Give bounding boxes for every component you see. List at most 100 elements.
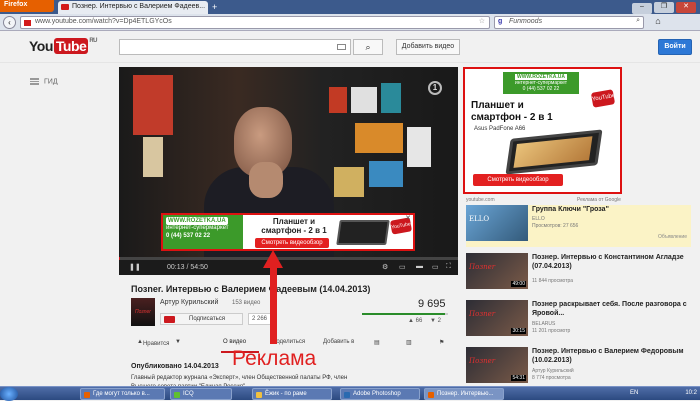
video-thumbnail[interactable]: ELLO — [466, 205, 528, 241]
maximize-button[interactable]: ❐ — [654, 2, 674, 13]
gear-icon[interactable]: ⚙ — [382, 263, 388, 271]
flag-icon[interactable]: ⚑ — [439, 339, 444, 346]
start-button[interactable] — [0, 387, 18, 401]
related-title[interactable]: Познер. Интервью с Константином Агладзе … — [532, 253, 692, 271]
side-ad-watch-button[interactable]: Смотреть видеообзор — [473, 174, 563, 186]
overlay-ad-watch-button[interactable]: Смотреть видеообзор — [255, 238, 329, 248]
youtube-search-input[interactable] — [119, 39, 351, 55]
minimize-button[interactable]: – — [632, 3, 652, 14]
site-identity-icon — [24, 20, 31, 26]
new-tab-button[interactable]: + — [212, 2, 217, 12]
taskbar-item[interactable]: Где могут только в... — [80, 388, 165, 400]
related-video-ad[interactable]: ELLO Группа Ключи "Гроза" ELLO Просмотро… — [466, 205, 691, 247]
browser-search-value: Funmoods — [509, 18, 543, 25]
browser-nav-bar: ‹ www.youtube.com/watch?v=Dp4ETLGYcOs ☆ … — [0, 14, 700, 31]
related-views: Просмотров: 27 656 — [532, 223, 579, 229]
youtube-icon — [164, 316, 175, 323]
search-engine-icon: g — [498, 18, 503, 25]
large-player-icon[interactable]: ▭ — [432, 263, 439, 271]
related-title[interactable]: Познер. Интервью с Валерием Федоровым (1… — [532, 347, 692, 365]
published-date: Опубликовано 14.04.2013 — [131, 363, 219, 370]
browser-search-bar[interactable]: g Funmoods ⌕ — [494, 16, 644, 29]
related-video[interactable]: Позner 30:15 Познер раскрывает себя. Посл… — [466, 300, 691, 346]
like-button[interactable]: ▲ Нравится — [137, 339, 169, 347]
backdrop-panel — [334, 167, 364, 197]
search-icon[interactable]: ⌕ — [636, 17, 640, 25]
pause-icon[interactable]: ❚❚ — [129, 263, 141, 271]
dislike-button[interactable]: ▼ — [175, 339, 181, 345]
backdrop-panel — [407, 127, 431, 167]
keyboard-icon[interactable] — [337, 44, 346, 50]
channel-one-logo: 1 — [428, 81, 442, 95]
channel-video-count: 153 видео — [232, 300, 261, 306]
related-title[interactable]: Группа Ключи "Гроза" — [532, 205, 692, 214]
side-ad-source[interactable]: youtube.com — [466, 197, 495, 203]
video-thumbnail[interactable]: Позner 30:15 — [466, 300, 528, 336]
channel-avatar[interactable]: Позner — [131, 298, 155, 326]
channel-name[interactable]: Артур Курильский — [160, 299, 218, 306]
view-count: 9 695 — [418, 298, 446, 310]
taskbar-item-active[interactable]: Познер. Интервью... — [424, 388, 504, 400]
close-window-button[interactable]: ✕ — [676, 2, 696, 13]
overlay-ad-banner[interactable]: WWW.ROZETKA.UA интернет-супермаркет 0 (4… — [161, 213, 415, 251]
menu-icon — [30, 78, 39, 85]
video-title: Позner. Интервью с Валерием Фадеевым (14… — [131, 284, 371, 294]
video-frame[interactable]: 1 WWW.ROZETKA.UA интернет-супермаркет 0 … — [119, 67, 458, 257]
side-ad-rozetka: WWW.ROZETKA.UA интернет-супермаркет 0 (4… — [503, 72, 579, 94]
youtube-logo[interactable]: You Tube RU — [29, 38, 97, 54]
side-ad-google-label[interactable]: Реклама от Google — [577, 197, 621, 203]
related-video[interactable]: Позner 49:00 Познер. Интервью с Константи… — [466, 253, 691, 299]
related-author: Артур Курильский — [532, 368, 574, 374]
related-views: 11 201 просмотр — [532, 328, 571, 334]
bookmark-star-icon[interactable]: ☆ — [479, 17, 485, 25]
video-player[interactable]: 1 WWW.ROZETKA.UA интернет-супермаркет 0 … — [119, 67, 458, 275]
browser-tab-active[interactable]: Познер. Интервью с Валерием Фадеев... — [58, 1, 208, 14]
side-ad-banner[interactable]: WWW.ROZETKA.UA интернет-супермаркет 0 (4… — [463, 67, 622, 194]
upload-button[interactable]: Добавить видео — [396, 39, 460, 55]
tablet-image — [336, 220, 390, 245]
youtube-search-button[interactable]: ⌕ — [353, 39, 383, 55]
subscribe-button[interactable]: Подписаться — [160, 313, 243, 325]
video-thumbnail[interactable]: Позner 49:00 — [466, 253, 528, 289]
subscriber-count: 2 266 — [248, 313, 272, 325]
fullscreen-icon[interactable]: ⛶ — [446, 263, 451, 271]
related-author: ELLO — [532, 216, 545, 222]
address-bar[interactable]: www.youtube.com/watch?v=Dp4ETLGYcOs ☆ — [20, 16, 490, 29]
small-player-icon[interactable]: ▬ — [416, 263, 423, 270]
tab-add-to[interactable]: Добавить в — [323, 339, 354, 345]
taskbar-item[interactable]: ICQ — [170, 388, 232, 400]
guide-button[interactable]: ГИД — [30, 78, 58, 85]
like-ratio-bar — [362, 313, 448, 315]
clock[interactable]: 10:2 — [685, 390, 697, 396]
backdrop-panel — [351, 87, 377, 113]
browser-tab-title: Познер. Интервью с Валерием Фадеев... — [72, 3, 206, 10]
video-thumbnail[interactable]: Позner 54:31 — [466, 347, 528, 383]
overlay-ad-close-icon[interactable]: ✕ — [405, 214, 411, 222]
related-title[interactable]: Познер раскрывает себя. После разговора … — [532, 300, 692, 318]
address-bar-url: www.youtube.com/watch?v=Dp4ETLGYcOs — [35, 18, 172, 25]
transcript-icon[interactable]: ▤ — [374, 339, 380, 346]
language-indicator[interactable]: EN — [630, 390, 638, 396]
backdrop-panel — [143, 137, 163, 177]
presenter-figure — [249, 162, 283, 198]
related-author: BELARUS — [532, 321, 556, 327]
firefox-menu-button[interactable]: Firefox — [0, 0, 54, 12]
tablet-image — [505, 129, 603, 175]
overlay-ad-title: Планшет и смартфон - 2 в 1 — [261, 217, 327, 235]
taskbar-item[interactable]: Ёжик - по раме — [252, 388, 332, 400]
captions-icon[interactable]: ▭ — [399, 263, 406, 271]
back-button[interactable]: ‹ — [3, 16, 16, 29]
windows-taskbar: Где могут только в... ICQ Ёжик - по раме… — [0, 386, 700, 401]
side-ad-model: Asus PadFone A66 — [474, 126, 526, 132]
taskbar-item[interactable]: Adobe Photoshop — [340, 388, 420, 400]
home-icon[interactable]: ⌂ — [650, 16, 666, 29]
browser-tab-bar: Firefox Познер. Интервью с Валерием Фаде… — [0, 0, 700, 14]
backdrop-panel — [381, 83, 401, 113]
like-count: ▲ 66 — [408, 318, 423, 324]
thumbs-up-icon: ▲ — [408, 318, 414, 324]
signin-button[interactable]: Войти — [658, 39, 692, 55]
system-tray: EN 10:2 — [600, 387, 700, 401]
tab-about[interactable]: О видео — [223, 339, 246, 345]
stats-icon[interactable]: ▥ — [406, 339, 412, 346]
backdrop-panel — [133, 75, 173, 135]
